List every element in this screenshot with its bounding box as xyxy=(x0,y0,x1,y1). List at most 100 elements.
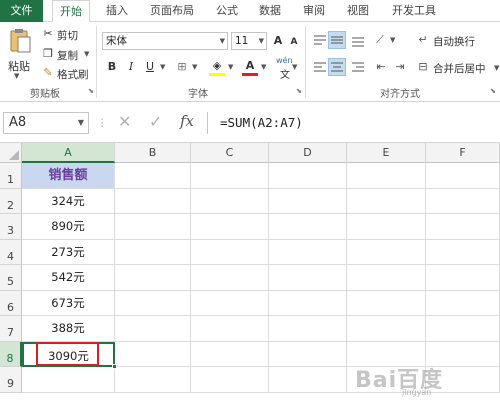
chevron-down-icon[interactable]: ▼ xyxy=(160,63,165,71)
copy-button[interactable]: ❐ 复制 ▼ xyxy=(40,46,92,62)
font-name-combo[interactable]: 宋体 ▼ xyxy=(102,32,228,50)
middle-align-button[interactable] xyxy=(328,31,346,49)
cell-c8[interactable] xyxy=(191,341,269,367)
tab-data[interactable]: 数据 xyxy=(253,0,287,22)
chevron-down-icon[interactable]: ▼ xyxy=(259,33,264,49)
column-header-e[interactable]: E xyxy=(347,143,426,163)
wrap-text-button[interactable]: ↵ 自动换行 xyxy=(415,31,497,49)
cell-b6[interactable] xyxy=(115,290,191,316)
grow-font-icon[interactable]: A xyxy=(270,33,286,49)
cell-f1[interactable] xyxy=(426,163,500,189)
font-launcher-icon[interactable]: ⬊ xyxy=(296,87,302,95)
chevron-down-icon[interactable]: ▼ xyxy=(192,63,197,71)
chevron-down-icon[interactable]: ▼ xyxy=(494,64,499,72)
cell-f5[interactable] xyxy=(426,265,500,291)
decrease-indent-icon[interactable]: ⇤ xyxy=(373,59,389,75)
cell-c9[interactable] xyxy=(191,367,269,393)
cell-e6[interactable] xyxy=(347,290,426,316)
cell-e1[interactable] xyxy=(347,163,426,189)
cell-b7[interactable] xyxy=(115,316,191,342)
cell-c7[interactable] xyxy=(191,316,269,342)
cell-c4[interactable] xyxy=(191,239,269,265)
tab-developer[interactable]: 开发工具 xyxy=(385,0,443,22)
name-box[interactable]: A8 ▼ xyxy=(3,112,89,134)
chevron-down-icon[interactable]: ▼ xyxy=(78,113,84,133)
row-header-5[interactable]: 5 xyxy=(0,265,22,291)
cell-e5[interactable] xyxy=(347,265,426,291)
cell-f4[interactable] xyxy=(426,239,500,265)
bold-button[interactable]: B xyxy=(104,59,120,75)
cell-a4[interactable]: 273元 xyxy=(22,239,115,265)
row-header-8[interactable]: 8 xyxy=(0,341,22,367)
cancel-icon[interactable]: ✕ xyxy=(118,112,131,131)
cell-a7[interactable]: 388元 xyxy=(22,316,115,342)
increase-indent-icon[interactable]: ⇥ xyxy=(392,59,408,75)
cell-a6[interactable]: 673元 xyxy=(22,290,115,316)
tab-home[interactable]: 开始 xyxy=(52,0,90,23)
cell-d6[interactable] xyxy=(269,290,347,316)
cell-e3[interactable] xyxy=(347,214,426,240)
bottom-align-icon[interactable] xyxy=(350,32,368,50)
cell-f3[interactable] xyxy=(426,214,500,240)
tab-insert[interactable]: 插入 xyxy=(100,0,134,22)
paste-button[interactable]: 粘贴 ▼ xyxy=(6,28,34,80)
cell-e2[interactable] xyxy=(347,188,426,214)
clipboard-launcher-icon[interactable]: ⬊ xyxy=(88,87,94,95)
font-color-button[interactable]: A xyxy=(240,58,260,78)
cell-d7[interactable] xyxy=(269,316,347,342)
tab-view[interactable]: 视图 xyxy=(341,0,375,22)
cell-b3[interactable] xyxy=(115,214,191,240)
cell-d8[interactable] xyxy=(269,341,347,367)
font-size-combo[interactable]: 11 ▼ xyxy=(231,32,267,50)
row-header-6[interactable]: 6 xyxy=(0,290,22,316)
shrink-font-icon[interactable]: A xyxy=(286,34,302,50)
alignment-launcher-icon[interactable]: ⬊ xyxy=(490,87,496,95)
cell-a3[interactable]: 890元 xyxy=(22,214,115,240)
cell-a9[interactable] xyxy=(22,367,115,393)
cell-d3[interactable] xyxy=(269,214,347,240)
cell-f7[interactable] xyxy=(426,316,500,342)
tab-page-layout[interactable]: 页面布局 xyxy=(143,0,201,22)
chevron-down-icon[interactable]: ▼ xyxy=(228,63,233,71)
fill-color-button[interactable]: ◈ xyxy=(207,58,227,78)
cell-c5[interactable] xyxy=(191,265,269,291)
underline-button[interactable]: U xyxy=(142,59,158,75)
insert-function-icon[interactable]: fx xyxy=(180,112,194,130)
tab-file[interactable]: 文件 xyxy=(0,0,43,22)
tab-formulas[interactable]: 公式 xyxy=(210,0,244,22)
cell-c1[interactable] xyxy=(191,163,269,189)
cell-d4[interactable] xyxy=(269,239,347,265)
cell-b4[interactable] xyxy=(115,239,191,265)
column-header-f[interactable]: F xyxy=(426,143,500,163)
italic-button[interactable]: I xyxy=(123,59,139,75)
row-header-4[interactable]: 4 xyxy=(0,239,22,265)
chevron-down-icon[interactable]: ▼ xyxy=(292,63,297,71)
cell-d5[interactable] xyxy=(269,265,347,291)
fill-handle[interactable] xyxy=(112,364,117,369)
cell-d2[interactable] xyxy=(269,188,347,214)
cell-b8[interactable] xyxy=(115,341,191,367)
cut-button[interactable]: ✂ 剪切 xyxy=(40,26,80,42)
align-right-icon[interactable] xyxy=(350,59,368,77)
cell-b2[interactable] xyxy=(115,188,191,214)
row-header-7[interactable]: 7 xyxy=(0,316,22,342)
column-header-d[interactable]: D xyxy=(269,143,347,163)
cell-a5[interactable]: 542元 xyxy=(22,265,115,291)
row-header-2[interactable]: 2 xyxy=(0,188,22,214)
select-all-corner[interactable] xyxy=(0,143,22,163)
row-header-3[interactable]: 3 xyxy=(0,214,22,240)
chevron-down-icon[interactable]: ▼ xyxy=(390,36,395,44)
cell-d9[interactable] xyxy=(269,367,347,393)
cell-c2[interactable] xyxy=(191,188,269,214)
align-center-button[interactable] xyxy=(328,58,346,76)
column-header-a[interactable]: A xyxy=(22,143,115,163)
cell-f6[interactable] xyxy=(426,290,500,316)
row-header-9[interactable]: 9 xyxy=(0,367,22,393)
cell-f2[interactable] xyxy=(426,188,500,214)
column-header-c[interactable]: C xyxy=(191,143,269,163)
format-painter-button[interactable]: ✎ 格式刷 xyxy=(40,65,90,81)
cell-b9[interactable] xyxy=(115,367,191,393)
drag-handle-icon[interactable]: ⋮ xyxy=(97,117,108,129)
enter-check-icon[interactable]: ✓ xyxy=(149,112,162,131)
column-header-b[interactable]: B xyxy=(115,143,191,163)
